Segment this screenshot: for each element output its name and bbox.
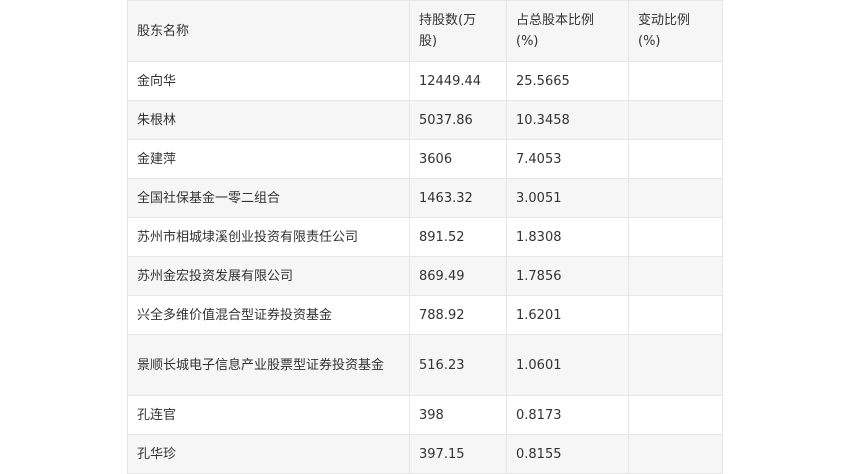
cell-shareholder-name: 孔华珍 [127,434,410,474]
cell-ratio: 1.6201 [506,295,629,335]
cell-ratio: 7.4053 [506,139,629,179]
table-row: 金建萍 3606 7.4053 [127,139,723,179]
cell-change [628,295,723,335]
table-header-row: 股东名称 持股数(万股) 占总股本比例(%) 变动比例(%) [127,0,723,62]
table-row: 兴全多维价值混合型证券投资基金 788.92 1.6201 [127,295,723,335]
cell-ratio: 3.0051 [506,178,629,218]
shareholder-table: 股东名称 持股数(万股) 占总股本比例(%) 变动比例(%) 金向华 12449… [127,0,723,474]
table-row: 金向华 12449.44 25.5665 [127,61,723,101]
cell-change [628,61,723,101]
cell-ratio: 1.7856 [506,256,629,296]
cell-shares: 869.49 [409,256,507,296]
cell-shares: 12449.44 [409,61,507,101]
cell-change [628,217,723,257]
cell-change [628,334,723,396]
cell-shareholder-name: 金建萍 [127,139,410,179]
header-shares: 持股数(万股) [409,0,507,62]
header-change: 变动比例(%) [628,0,723,62]
cell-shareholder-name: 孔连官 [127,395,410,435]
cell-shareholder-name: 苏州市相城埭溪创业投资有限责任公司 [127,217,410,257]
cell-change [628,178,723,218]
cell-shares: 516.23 [409,334,507,396]
cell-change [628,100,723,140]
cell-ratio: 0.8155 [506,434,629,474]
cell-shares: 788.92 [409,295,507,335]
cell-change [628,395,723,435]
table-row: 苏州市相城埭溪创业投资有限责任公司 891.52 1.8308 [127,217,723,257]
table-row: 景顺长城电子信息产业股票型证券投资基金 516.23 1.0601 [127,334,723,396]
cell-shareholder-name: 全国社保基金一零二组合 [127,178,410,218]
cell-change [628,139,723,179]
cell-shares: 398 [409,395,507,435]
cell-shareholder-name: 苏州金宏投资发展有限公司 [127,256,410,296]
cell-shareholder-name: 朱根林 [127,100,410,140]
table-row: 孔连官 398 0.8173 [127,395,723,435]
cell-ratio: 0.8173 [506,395,629,435]
cell-ratio: 25.5665 [506,61,629,101]
cell-shareholder-name: 金向华 [127,61,410,101]
cell-shares: 891.52 [409,217,507,257]
header-shareholder-name: 股东名称 [127,0,410,62]
cell-ratio: 1.8308 [506,217,629,257]
table-row: 朱根林 5037.86 10.3458 [127,100,723,140]
cell-change [628,256,723,296]
shareholder-table-container: 股东名称 持股数(万股) 占总股本比例(%) 变动比例(%) 金向华 12449… [127,0,723,474]
table-row: 全国社保基金一零二组合 1463.32 3.0051 [127,178,723,218]
cell-shares: 397.15 [409,434,507,474]
cell-ratio: 1.0601 [506,334,629,396]
table-row: 孔华珍 397.15 0.8155 [127,434,723,474]
cell-shareholder-name: 兴全多维价值混合型证券投资基金 [127,295,410,335]
cell-shares: 5037.86 [409,100,507,140]
cell-shareholder-name: 景顺长城电子信息产业股票型证券投资基金 [127,334,410,396]
cell-change [628,434,723,474]
cell-ratio: 10.3458 [506,100,629,140]
header-ratio: 占总股本比例(%) [506,0,629,62]
table-row: 苏州金宏投资发展有限公司 869.49 1.7856 [127,256,723,296]
cell-shares: 1463.32 [409,178,507,218]
cell-shares: 3606 [409,139,507,179]
